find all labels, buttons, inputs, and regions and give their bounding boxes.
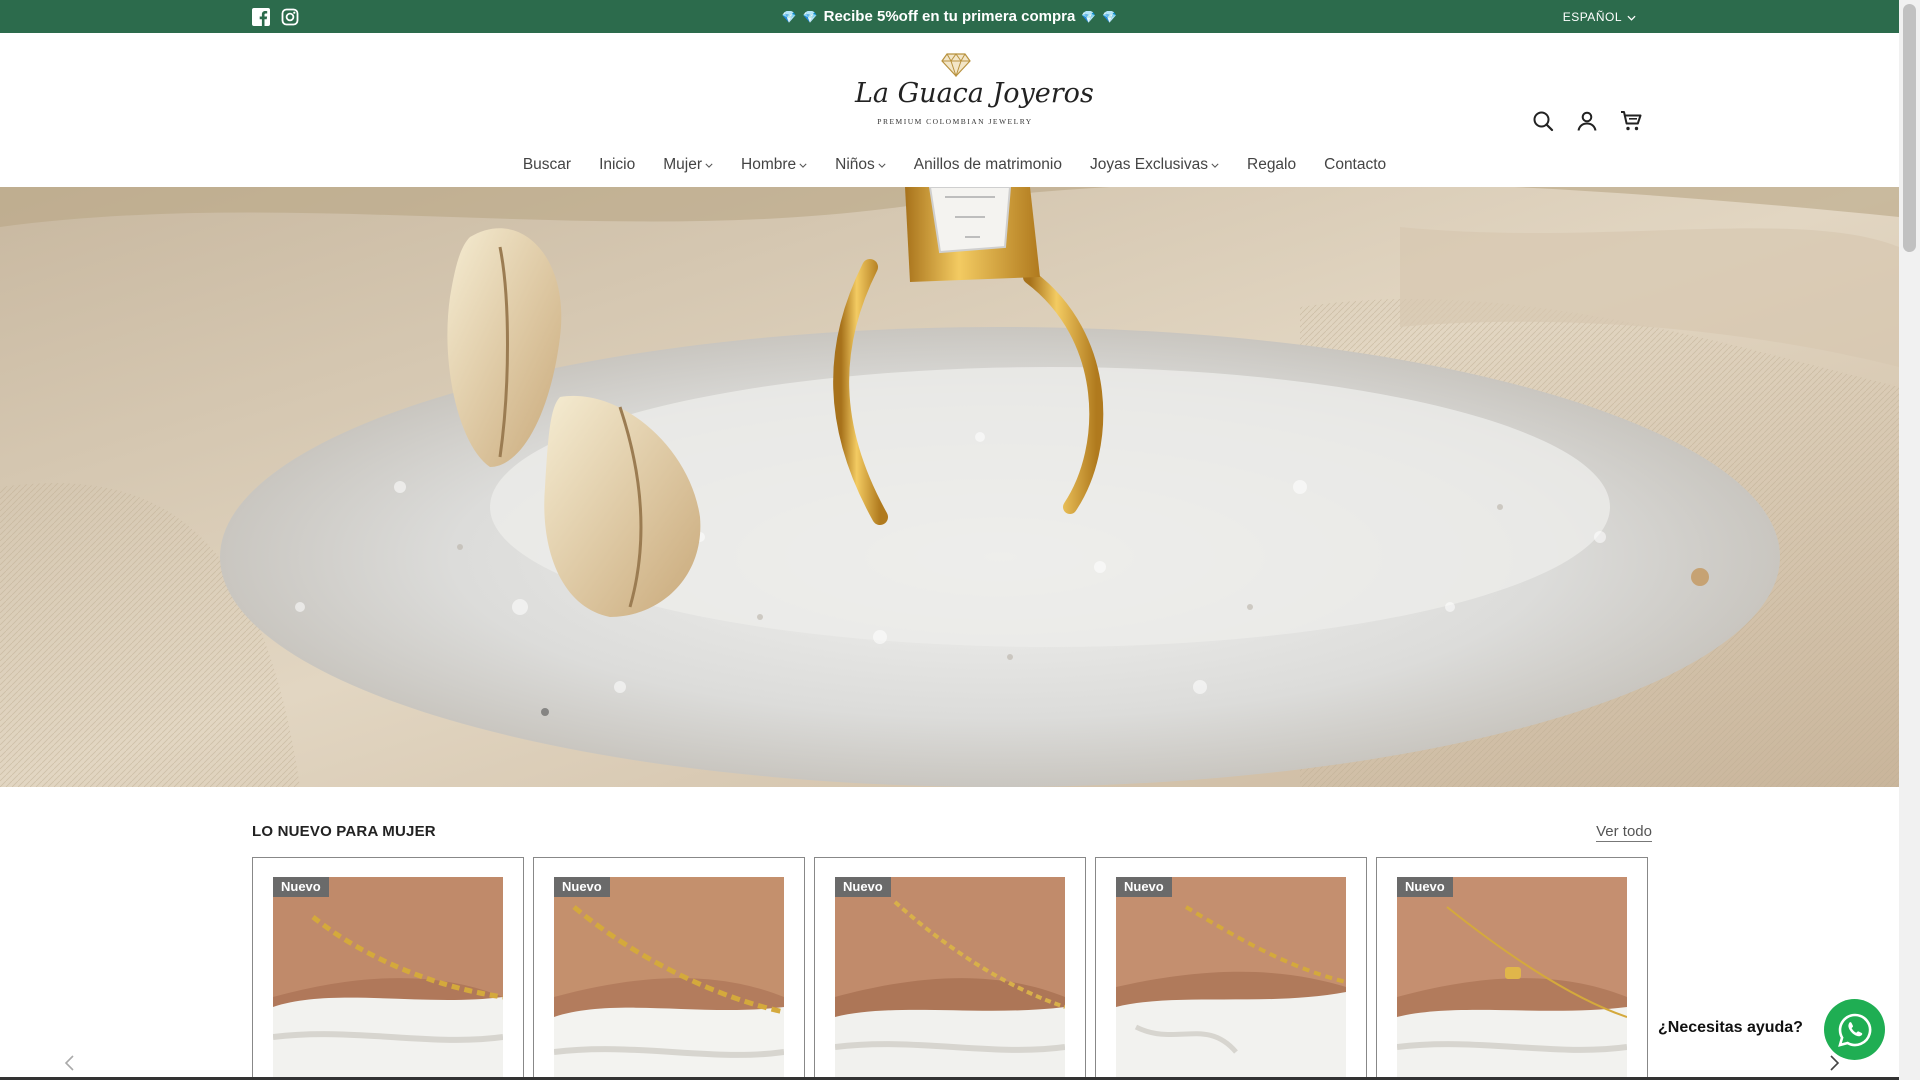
product-image[interactable] — [1116, 877, 1346, 1080]
diamond-icon: 💎 — [802, 9, 818, 24]
nav-item-anillos[interactable]: Anillos de matrimonio — [914, 156, 1062, 174]
chevron-down-icon — [878, 160, 886, 170]
nav-label: Niños — [835, 156, 875, 173]
view-all-link[interactable]: Ver todo — [1596, 823, 1652, 842]
site-header: La Guaca Joyeros PREMIUM COLOMBIAN JEWEL… — [0, 33, 1899, 150]
nav-item-hombre[interactable]: Hombre — [741, 156, 807, 174]
product-image[interactable] — [835, 877, 1065, 1080]
carousel-prev-arrow-icon[interactable] — [62, 1054, 78, 1072]
hero-banner-image[interactable] — [0, 187, 1899, 787]
nav-label: Contacto — [1324, 156, 1387, 173]
nav-label: Hombre — [741, 156, 797, 173]
account-icon[interactable] — [1575, 109, 1599, 133]
nav-label: Regalo — [1247, 156, 1297, 173]
product-card[interactable]: Nuevo — [533, 857, 805, 1080]
chevron-down-icon — [1211, 160, 1219, 170]
nav-item-regalo[interactable]: Regalo — [1247, 156, 1296, 174]
product-card[interactable]: Nuevo — [1376, 857, 1648, 1080]
new-arrivals-header: LO NUEVO PARA MUJER Ver todo — [252, 823, 1652, 845]
page: 💎 💎 Recibe 5%off en tu primera compra 💎 … — [0, 0, 1899, 1080]
new-badge: Nuevo — [273, 877, 329, 897]
search-icon[interactable] — [1531, 109, 1555, 133]
product-carousel: Nuevo Nuevo Nuevo Nuevo Nuevo — [252, 857, 1648, 1080]
brand-tagline: PREMIUM COLOMBIAN JEWELRY — [877, 117, 1033, 126]
main-nav: Buscar Inicio Mujer Hombre Niños Anillos… — [0, 147, 1899, 183]
whatsapp-icon — [1837, 1012, 1873, 1048]
product-card[interactable]: Nuevo — [814, 857, 1086, 1080]
language-label: ESPAÑOL — [1562, 10, 1622, 24]
new-badge: Nuevo — [835, 877, 891, 897]
nav-label: Joyas Exclusivas — [1089, 156, 1208, 173]
diamond-icon: 💎 — [781, 9, 797, 24]
product-card[interactable]: Nuevo — [252, 857, 524, 1080]
facebook-icon[interactable] — [252, 8, 270, 26]
section-title: LO NUEVO PARA MUJER — [252, 823, 436, 840]
social-links — [252, 8, 299, 26]
chevron-down-icon — [799, 160, 807, 170]
nav-label: Anillos de matrimonio — [913, 156, 1062, 173]
promo-label: Recibe 5%off en tu primera compra — [823, 8, 1076, 25]
product-card[interactable]: Nuevo — [1095, 857, 1367, 1080]
nav-label: Mujer — [663, 156, 703, 173]
product-image[interactable] — [1397, 877, 1627, 1080]
chevron-down-icon — [1627, 10, 1636, 24]
diamond-icon: 💎 — [1081, 9, 1097, 24]
chevron-down-icon — [705, 160, 713, 170]
nav-label: Inicio — [599, 156, 636, 173]
brand-name: La Guaca Joyeros — [855, 78, 1094, 109]
nav-item-inicio[interactable]: Inicio — [599, 156, 635, 174]
brand-logo[interactable]: La Guaca Joyeros PREMIUM COLOMBIAN JEWEL… — [855, 51, 1094, 131]
whatsapp-button[interactable] — [1824, 999, 1885, 1060]
instagram-icon[interactable] — [281, 8, 299, 26]
carousel-next-arrow-icon[interactable] — [1826, 1054, 1842, 1072]
scrollbar-thumb[interactable] — [1903, 4, 1916, 252]
nav-item-buscar[interactable]: Buscar — [523, 156, 571, 174]
diamond-logo-icon — [941, 51, 971, 78]
announcement-bar: 💎 💎 Recibe 5%off en tu primera compra 💎 … — [0, 0, 1899, 33]
product-image[interactable] — [554, 877, 784, 1080]
promo-text[interactable]: 💎 💎 Recibe 5%off en tu primera compra 💎 … — [782, 8, 1118, 25]
nav-item-contacto[interactable]: Contacto — [1324, 156, 1386, 174]
header-actions — [1531, 109, 1643, 133]
nav-item-ninos[interactable]: Niños — [835, 156, 886, 174]
help-prompt[interactable]: ¿Necesitas ayuda? — [1658, 1019, 1803, 1037]
new-badge: Nuevo — [554, 877, 610, 897]
diamond-icon: 💎 — [1102, 9, 1118, 24]
product-image[interactable] — [273, 877, 503, 1080]
vertical-scrollbar[interactable] — [1899, 0, 1920, 1080]
nav-item-joyas-exclusivas[interactable]: Joyas Exclusivas — [1090, 156, 1219, 174]
nav-label: Buscar — [522, 156, 572, 173]
nav-item-mujer[interactable]: Mujer — [663, 156, 713, 174]
language-selector[interactable]: ESPAÑOL — [1563, 10, 1636, 24]
new-badge: Nuevo — [1116, 877, 1172, 897]
cart-icon[interactable] — [1619, 109, 1643, 133]
new-badge: Nuevo — [1397, 877, 1453, 897]
